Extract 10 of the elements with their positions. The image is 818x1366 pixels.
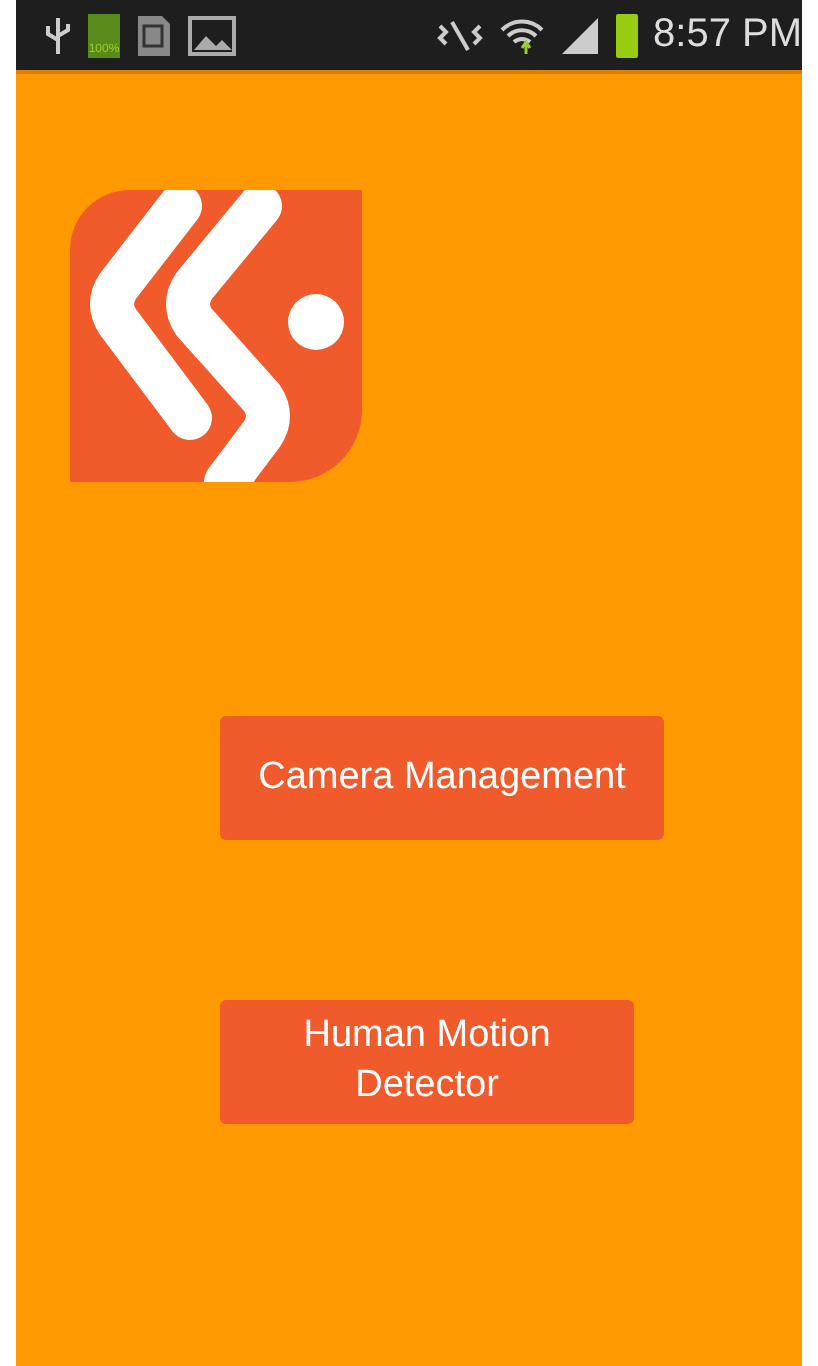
- menu-button[interactable]: Camera Management: [220, 716, 664, 840]
- battery-icon: [615, 13, 638, 57]
- menu-button[interactable]: Human Motion Detector: [220, 1000, 634, 1124]
- wifi-icon: [499, 15, 544, 55]
- signal-icon: [559, 15, 600, 55]
- sd-card-icon: [136, 13, 172, 57]
- vibrate-icon: [435, 15, 484, 55]
- usb-icon: [44, 15, 72, 55]
- clock-time: 8:57 PM: [653, 12, 802, 58]
- image-icon: [188, 15, 236, 55]
